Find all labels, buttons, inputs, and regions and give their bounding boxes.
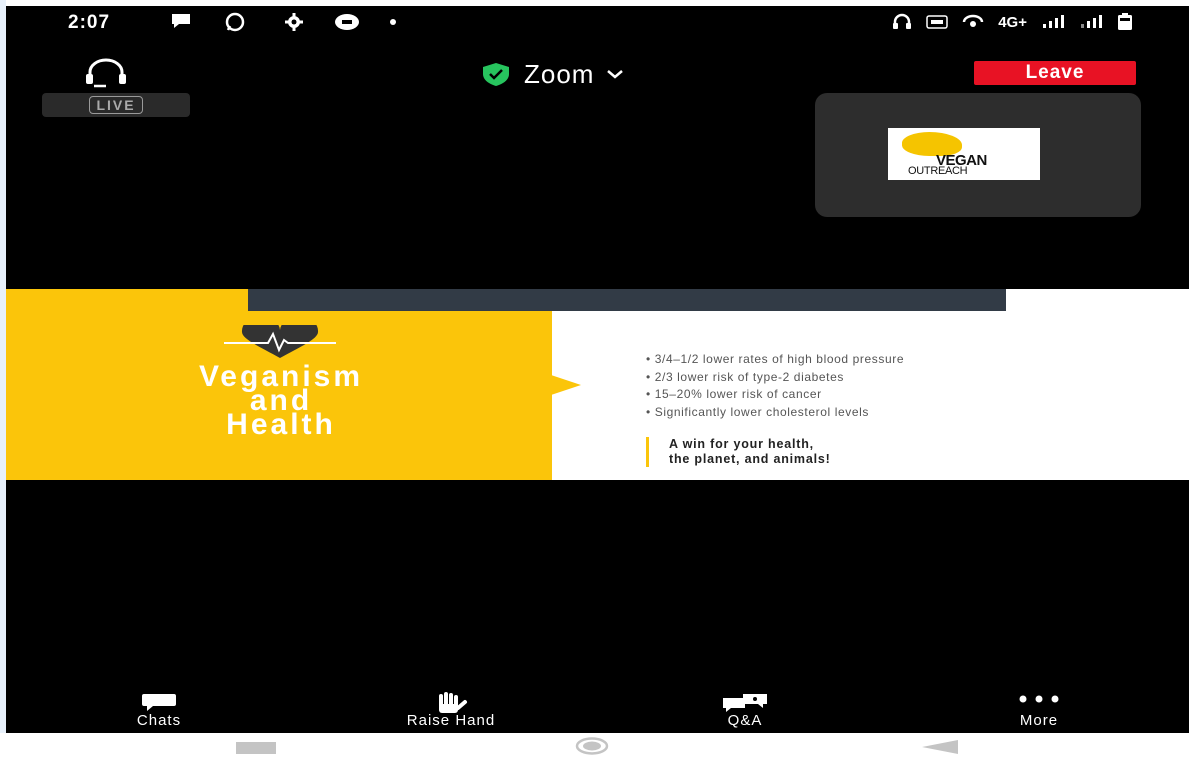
whatsapp-icon [224,12,246,38]
more-dots-icon [1019,695,1059,703]
dot-icon [388,12,398,38]
raise-hand-button[interactable]: Raise Hand [366,690,536,732]
recents-button[interactable] [236,742,276,754]
battery-icon [1118,13,1132,30]
hand-icon [439,692,467,713]
logo-text-2: OUTREACH [908,165,968,177]
game-icon [334,12,360,38]
chevron-down-icon [607,70,624,79]
back-button[interactable] [920,739,960,755]
hotspot-icon [962,14,984,27]
headphones-icon [86,58,126,88]
meeting-title-dropdown[interactable]: Zoom [480,58,624,90]
bullet-item: 15–20% lower risk of cancer [646,386,904,404]
participant-thumbnail[interactable]: VEGAN OUTREACH [815,93,1141,217]
more-button[interactable]: More [954,690,1124,732]
bullet-item: Significantly lower cholesterol levels [646,404,904,422]
heartbeat-icon [224,325,336,358]
android-nav-bar [0,733,1189,760]
signal-icon [1043,15,1064,28]
slide-tagline: A win for your health, the planet, and a… [646,437,831,467]
shield-check-icon [483,63,509,86]
slide-title: Veganism and Health [86,362,476,441]
status-time: 2:07 [68,12,111,33]
chat-bubble-icon [142,694,176,711]
settings-icon [284,12,304,38]
status-right: 4G+ [892,13,1133,31]
audio-button[interactable] [78,58,134,90]
slide-pointer [551,375,581,395]
leave-button[interactable]: Leave [974,61,1136,85]
chats-button[interactable]: Chats [74,690,244,732]
top-border [6,0,1189,6]
qa-button[interactable]: Q&A [660,690,830,732]
slide-title-line-3: Health [226,408,336,441]
shared-slide: Veganism and Health 3/4–1/2 lower rates … [6,289,1189,480]
meeting-title: Zoom [524,58,595,89]
headset-icon [893,13,912,29]
bullet-item: 2/3 lower risk of type-2 diabetes [646,369,904,387]
network-type: 4G+ [998,13,1027,31]
more-label: More [1019,712,1059,729]
tagline-line-2: the planet, and animals! [669,452,831,466]
bullet-item: 3/4–1/2 lower rates of high blood pressu… [646,351,904,369]
tagline-line-1: A win for your health, [669,437,814,451]
vegan-outreach-logo: VEGAN OUTREACH [888,128,1040,180]
raise-hand-label: Raise Hand [406,712,496,729]
signal-icon [1081,15,1102,28]
message-icon [170,12,192,36]
live-badge: LIVE [42,93,190,117]
qa-bubbles-icon [723,694,767,712]
slide-top-bar [248,289,1006,311]
live-label: LIVE [89,96,143,114]
zoom-screen: 2:07 4G+ Zoom Leave LIVE VEGAN OUTREACH … [6,0,1189,733]
slide-bullets: 3/4–1/2 lower rates of high blood pressu… [646,351,904,421]
volte-icon [926,15,948,29]
home-button[interactable] [574,737,610,755]
qa-label: Q&A [727,712,763,729]
chats-label: Chats [136,712,182,729]
